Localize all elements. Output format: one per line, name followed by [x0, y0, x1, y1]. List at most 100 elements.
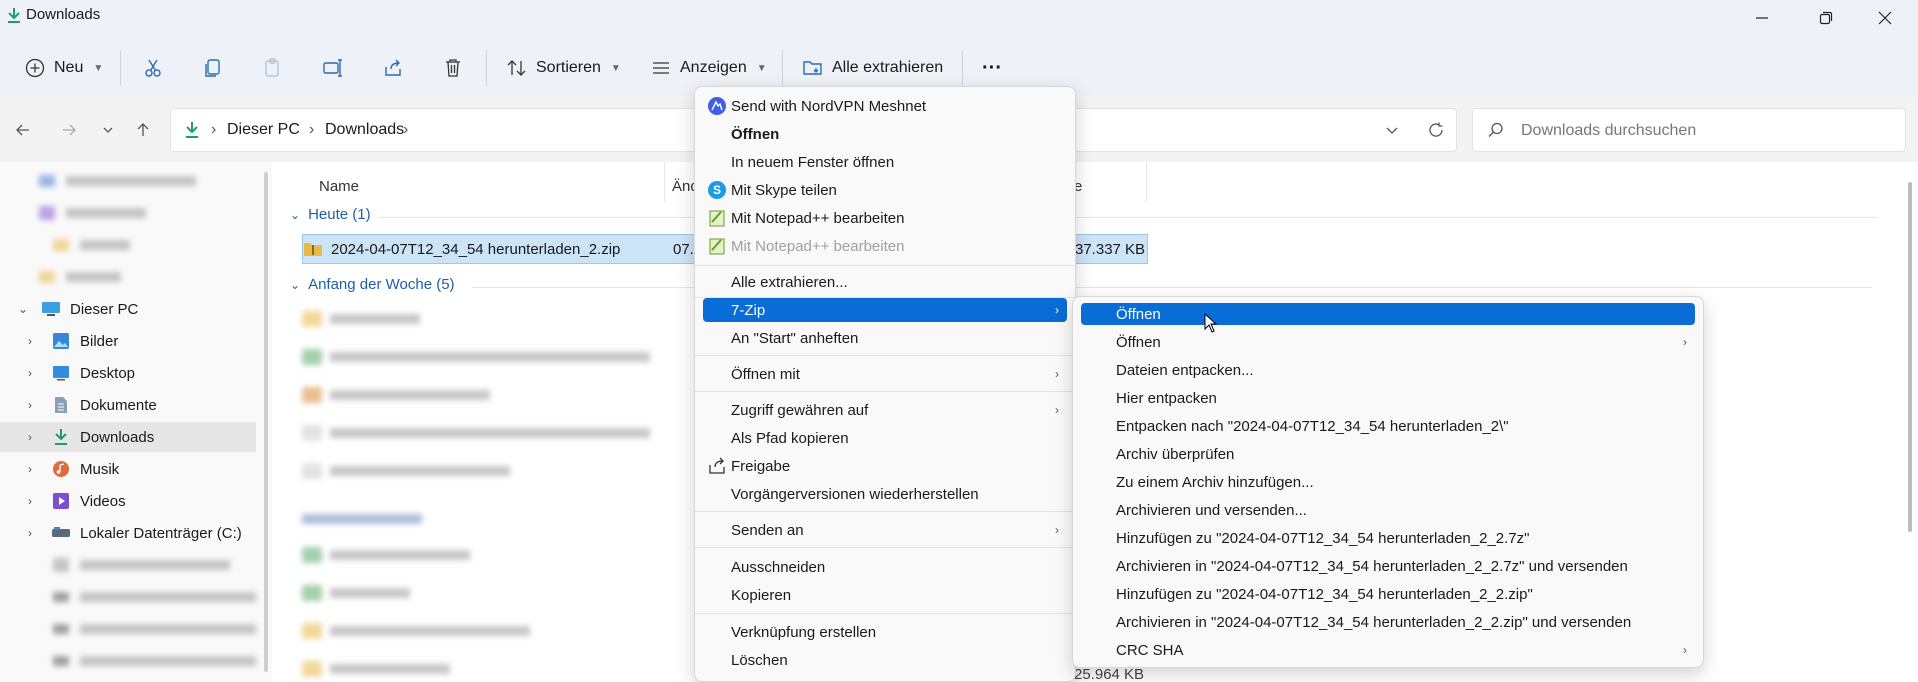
sidebar-item-bilder[interactable]: › Bilder [0, 326, 256, 356]
table-row[interactable] [302, 304, 420, 334]
table-row[interactable] [302, 578, 410, 608]
menu-separator [695, 613, 1075, 614]
group-header-blurred[interactable] [302, 504, 422, 534]
forward-button[interactable] [56, 118, 82, 142]
toolbar-divider [962, 50, 963, 86]
up-button[interactable] [130, 118, 156, 142]
sidebar-item-blurred[interactable] [0, 230, 256, 260]
sidebar-scrollbar[interactable] [264, 172, 268, 672]
menu-item-open-with[interactable]: Öffnen mit › [703, 361, 1067, 387]
maximize-button[interactable] [1804, 4, 1848, 32]
sidebar-item-blurred[interactable] [0, 166, 256, 196]
chevron-right-icon[interactable]: › [28, 334, 42, 348]
sort-button[interactable]: Sortieren ▼ [506, 50, 621, 86]
delete-button[interactable] [442, 50, 464, 86]
zip-folder-icon [304, 243, 322, 256]
chevron-right-icon: › [1055, 523, 1059, 537]
new-button[interactable]: Neu ▼ [24, 50, 103, 86]
breadcrumb-downloads[interactable]: Downloads [325, 121, 404, 139]
submenu-item-extract-files[interactable]: Dateien entpacken... [1081, 357, 1695, 383]
menu-item-notepadpp[interactable]: Mit Notepad++ bearbeiten [703, 205, 1067, 231]
copy-button[interactable] [202, 50, 224, 86]
sidebar-item-blurred[interactable] [0, 614, 256, 644]
sidebar-item-desktop[interactable]: › Desktop [0, 358, 256, 388]
submenu-item-add-to-archive[interactable]: Zu einem Archiv hinzufügen... [1081, 469, 1695, 495]
menu-item-create-shortcut[interactable]: Verknüpfung erstellen [703, 619, 1067, 645]
table-row[interactable] [302, 616, 530, 646]
table-row[interactable] [302, 540, 470, 570]
menu-item-open-new-window[interactable]: In neuem Fenster öffnen [703, 149, 1067, 175]
recent-locations-button[interactable] [95, 118, 121, 142]
table-row[interactable] [302, 418, 650, 448]
submenu-item-compress-7z-email[interactable]: Archivieren in "2024-04-07T12_34_54 heru… [1081, 553, 1695, 579]
group-header-week[interactable]: ⌄ Anfang der Woche (5) [290, 276, 455, 293]
menu-item-copy-path[interactable]: Als Pfad kopieren [703, 425, 1067, 451]
sidebar-item-blurred[interactable] [0, 198, 256, 228]
back-button[interactable] [10, 118, 36, 142]
sidebar-item-musik[interactable]: › Musik [0, 454, 256, 484]
refresh-icon[interactable] [1427, 121, 1445, 139]
chevron-down-icon[interactable] [1385, 125, 1399, 137]
chevron-right-icon[interactable]: › [28, 462, 42, 476]
close-button[interactable] [1863, 4, 1907, 32]
submenu-item-open[interactable]: Öffnen [1081, 303, 1695, 325]
chevron-right-icon[interactable]: › [28, 526, 42, 540]
table-row[interactable] [302, 654, 450, 682]
paste-button[interactable] [262, 50, 284, 86]
submenu-item-open-as[interactable]: Öffnen › [1081, 329, 1695, 355]
sidebar-item-downloads[interactable]: › Downloads [0, 422, 256, 452]
menu-item-send-to[interactable]: Senden an › [703, 517, 1067, 543]
sidebar-item-label: Dieser PC [70, 300, 139, 318]
extract-all-button[interactable]: Alle extrahieren [802, 50, 943, 86]
chevron-right-icon[interactable]: › [28, 430, 42, 444]
more-options-button[interactable]: ··· [982, 50, 1002, 86]
submenu-item-add-to-7z[interactable]: Hinzufügen zu "2024-04-07T12_34_54 herun… [1081, 525, 1695, 551]
sidebar-item-blurred[interactable] [0, 262, 256, 292]
sidebar-item-dieser-pc[interactable]: ⌄ Dieser PC [0, 294, 256, 324]
chevron-right-icon[interactable]: › [28, 494, 42, 508]
cut-button[interactable] [142, 50, 164, 86]
menu-item-skype[interactable]: S Mit Skype teilen [703, 177, 1067, 203]
menu-item-pin-start[interactable]: An "Start" anheften [703, 325, 1067, 351]
sidebar-item-dokumente[interactable]: › Dokumente [0, 390, 256, 420]
menu-item-give-access[interactable]: Zugriff gewähren auf › [703, 397, 1067, 423]
table-row[interactable] [302, 342, 650, 372]
submenu-item-compress-email[interactable]: Archivieren und versenden... [1081, 497, 1695, 523]
table-row[interactable] [302, 456, 510, 486]
group-header-today[interactable]: ⌄ Heute (1) [290, 206, 371, 223]
menu-item-restore-versions[interactable]: Vorgängerversionen wiederherstellen [703, 481, 1067, 507]
content-scrollbar[interactable] [1908, 182, 1912, 532]
sidebar-item-lokaler-datentraeger[interactable]: › Lokaler Datenträger (C:) [0, 518, 256, 548]
sidebar-item-blurred[interactable] [0, 550, 256, 580]
submenu-item-add-to-zip[interactable]: Hinzufügen zu "2024-04-07T12_34_54 herun… [1081, 581, 1695, 607]
sidebar-item-blurred[interactable] [0, 646, 256, 676]
menu-item-cut[interactable]: Ausschneiden [703, 554, 1067, 580]
submenu-item-extract-here[interactable]: Hier entpacken [1081, 385, 1695, 411]
menu-item-extract-all[interactable]: Alle extrahieren... [703, 269, 1067, 295]
chevron-right-icon[interactable]: › [28, 366, 42, 380]
menu-item-7zip[interactable]: 7-Zip › [703, 298, 1067, 322]
submenu-item-compress-zip-email[interactable]: Archivieren in "2024-04-07T12_34_54 heru… [1081, 609, 1695, 635]
column-header-name[interactable]: Name [319, 178, 359, 195]
chevron-right-icon[interactable]: › [28, 398, 42, 412]
chevron-down-icon: ▼ [93, 62, 104, 74]
submenu-item-test-archive[interactable]: Archiv überprüfen [1081, 441, 1695, 467]
table-row[interactable] [302, 380, 490, 410]
menu-item-nordvpn[interactable]: Send with NordVPN Meshnet [703, 93, 1067, 119]
search-input[interactable] [1521, 119, 1891, 143]
menu-item-copy[interactable]: Kopieren [703, 582, 1067, 608]
submenu-item-crc-sha[interactable]: CRC SHA › [1081, 637, 1695, 663]
menu-item-open[interactable]: Öffnen [703, 121, 1067, 147]
menu-item-delete[interactable]: Löschen [703, 647, 1067, 673]
sidebar-item-blurred[interactable] [0, 582, 256, 612]
minimize-button[interactable] [1740, 4, 1784, 32]
submenu-item-extract-to[interactable]: Entpacken nach "2024-04-07T12_34_54 heru… [1081, 413, 1695, 439]
menu-item-share[interactable]: Freigabe [703, 453, 1067, 479]
rename-button[interactable] [322, 50, 344, 86]
share-button[interactable] [382, 50, 404, 86]
sidebar-item-videos[interactable]: › Videos [0, 486, 256, 516]
breadcrumb-dieser-pc[interactable]: Dieser PC [227, 121, 300, 139]
chevron-down-icon[interactable]: ⌄ [18, 302, 32, 316]
view-button[interactable]: Anzeigen ▼ [650, 50, 767, 86]
download-arrow-icon [8, 8, 20, 23]
